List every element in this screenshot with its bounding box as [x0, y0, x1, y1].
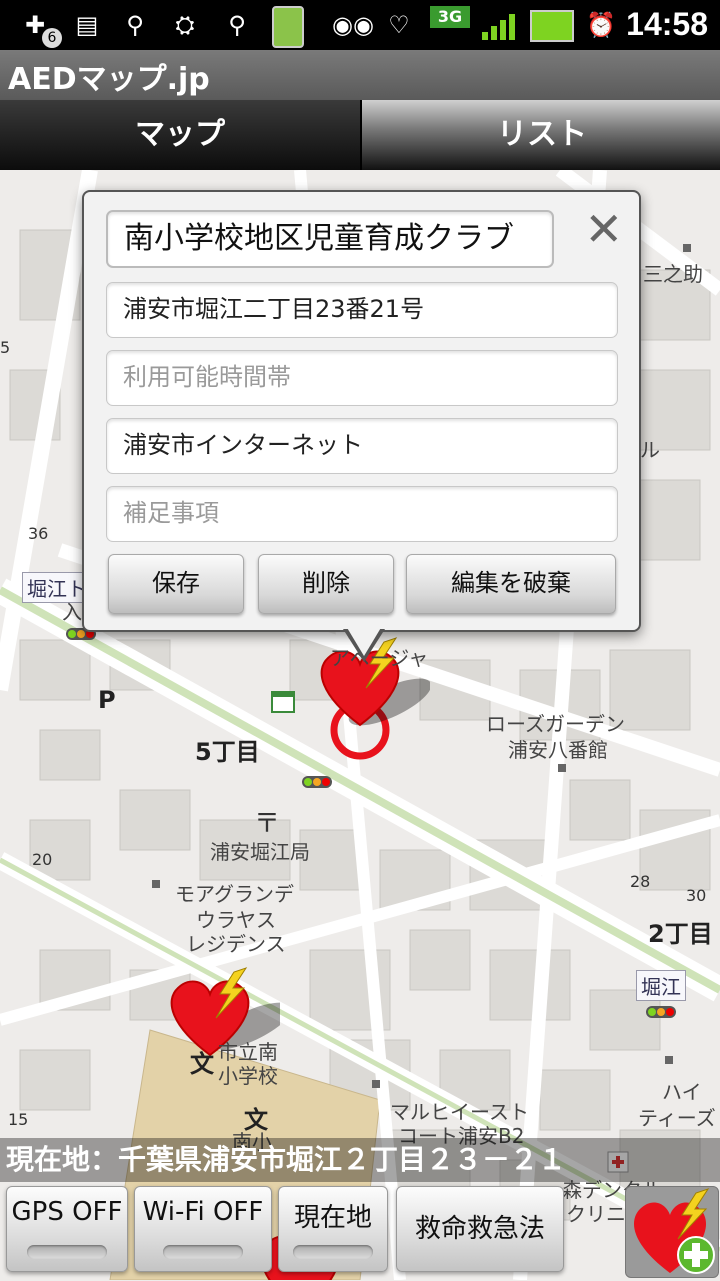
- close-icon[interactable]: ✕: [584, 206, 623, 252]
- discard-edit-button[interactable]: 編集を破棄: [406, 554, 616, 614]
- voicemail-icon: ◉◉: [332, 11, 374, 39]
- map-label: ローズガーデン: [486, 712, 625, 736]
- toggle-indicator: [163, 1245, 243, 1259]
- available-hours-field[interactable]: 利用可能時間帯: [106, 350, 618, 406]
- usb-icon: ⚲: [228, 11, 246, 39]
- first-aid-button[interactable]: 救命救急法: [396, 1186, 564, 1272]
- map-label: 28: [630, 872, 651, 891]
- toggle-indicator: [27, 1245, 107, 1259]
- status-bar: ✚ 6 ▤ ⚲ ⛭ ⚲ ◉◉ ♡ 3G ⏰ 14:58: [0, 0, 720, 50]
- gps-toggle-label: GPS OFF: [11, 1197, 123, 1227]
- signal-strength-icon: [480, 10, 520, 40]
- notification-count-badge: 6: [42, 28, 62, 48]
- name-field[interactable]: 南小学校地区児童育成クラブ: [106, 210, 554, 268]
- battery-charging-icon: [530, 10, 574, 42]
- android-debug-icon: ⛭: [175, 11, 195, 39]
- district-label: 2丁目: [648, 920, 713, 948]
- address-field[interactable]: 浦安市堀江二丁目23番21号: [106, 282, 618, 338]
- alarm-icon: ⏰: [586, 11, 616, 39]
- add-aed-icon: [633, 1188, 715, 1274]
- map-label: レジデンス: [186, 932, 286, 956]
- aed-info-popup: 南小学校地区児童育成クラブ ✕ 浦安市堀江二丁目23番21号 利用可能時間帯 浦…: [82, 190, 641, 662]
- add-aed-button[interactable]: [625, 1186, 719, 1278]
- map-label: 入: [62, 600, 82, 624]
- wifi-toggle-label: Wi-Fi OFF: [142, 1197, 264, 1227]
- app-title: AEDマップ.jp: [8, 62, 210, 97]
- map-label: 浦安八番館: [508, 738, 608, 762]
- toggle-indicator: [293, 1245, 373, 1259]
- wifi-toggle-button[interactable]: Wi-Fi OFF: [134, 1186, 272, 1272]
- notes-field[interactable]: 補足事項: [106, 486, 618, 542]
- app-title-bar: AEDマップ.jp: [0, 50, 720, 100]
- delete-button[interactable]: 削除: [258, 554, 394, 614]
- usb-icon: ⚲: [126, 11, 144, 39]
- map-label: 5: [0, 338, 11, 357]
- battery-device-icon: [272, 6, 304, 48]
- map-label: 20: [32, 850, 53, 869]
- svg-text:〒: 〒: [254, 809, 280, 839]
- map-label: ル: [640, 438, 660, 462]
- save-button[interactable]: 保存: [108, 554, 244, 614]
- current-location-button[interactable]: 現在地: [278, 1186, 388, 1272]
- map-label: ティーズ: [638, 1106, 716, 1130]
- gps-toggle-button[interactable]: GPS OFF: [6, 1186, 128, 1272]
- map-label: 小学校: [218, 1064, 278, 1088]
- first-aid-label: 救命救急法: [414, 1214, 545, 1244]
- map-label: 三之助: [643, 262, 703, 286]
- school-icon: 文: [190, 1050, 214, 1078]
- parking-icon: P: [98, 686, 116, 714]
- tab-list[interactable]: リスト: [360, 100, 720, 170]
- signal-3g-icon: 3G: [430, 6, 470, 28]
- map-label: 15: [8, 1110, 29, 1129]
- clipboard-icon: ▤: [75, 11, 99, 39]
- tab-bar: マップ リスト: [0, 100, 720, 170]
- current-location-label: 現在地: [293, 1203, 372, 1233]
- district-label: 5丁目: [195, 738, 260, 766]
- map-label: 30: [686, 886, 707, 905]
- heart-icon: ♡: [388, 11, 410, 39]
- map-label: 浦安堀江局: [210, 840, 310, 864]
- map-label: モアグランデ: [175, 882, 294, 906]
- source-field[interactable]: 浦安市インターネット: [106, 418, 618, 474]
- map-label: 36: [28, 524, 49, 543]
- tab-map[interactable]: マップ: [0, 100, 360, 170]
- clock: 14:58: [626, 6, 708, 42]
- current-location-bar: 現在地：千葉県浦安市堀江２丁目２３－２１: [0, 1138, 720, 1182]
- station-label: 堀江: [636, 970, 686, 1001]
- map-label: ハイ: [662, 1080, 702, 1104]
